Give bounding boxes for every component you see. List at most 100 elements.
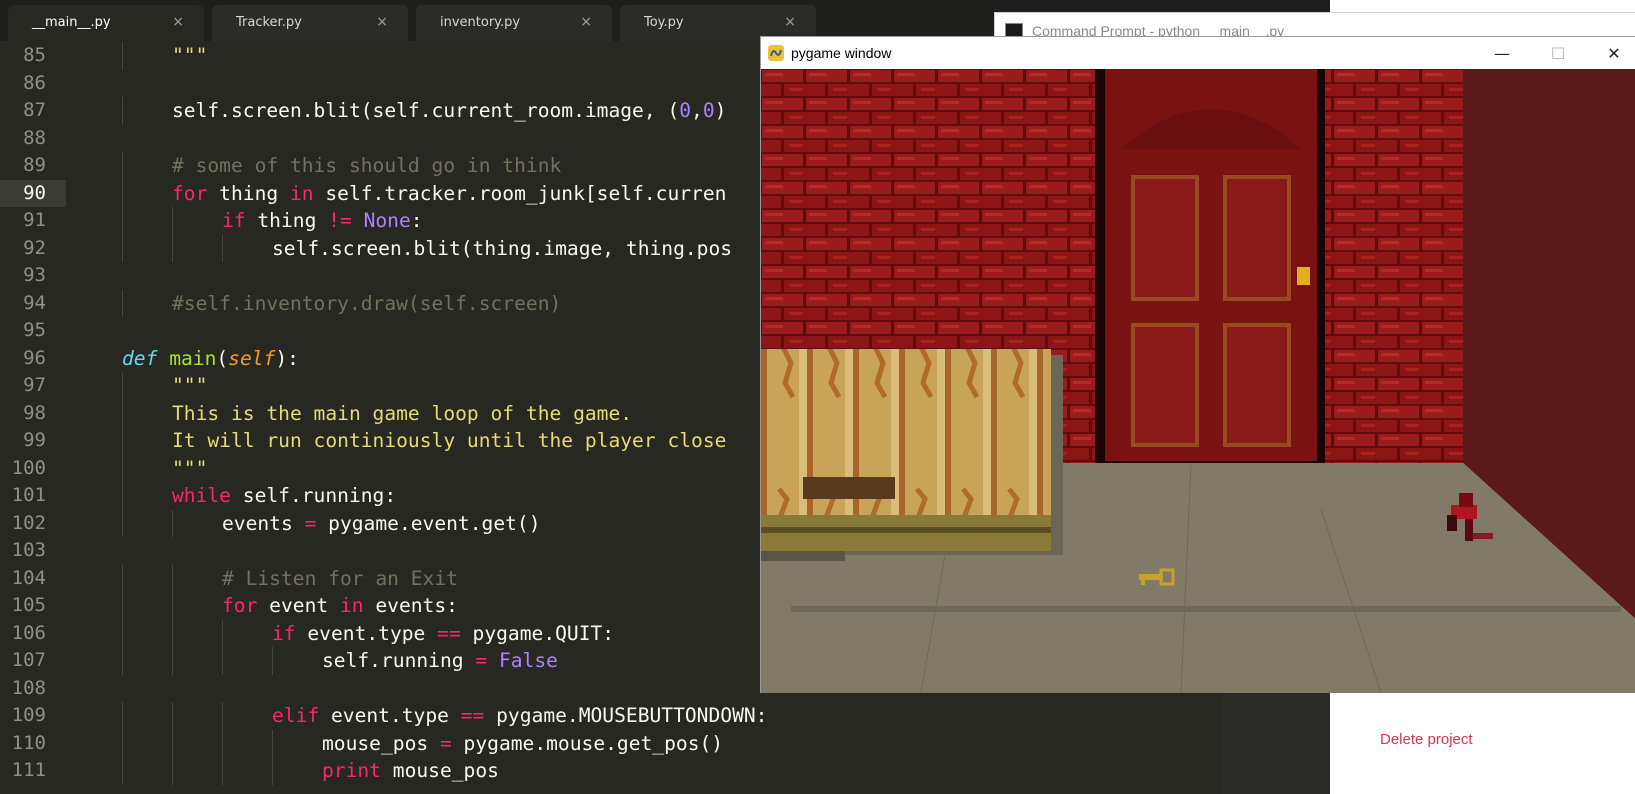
line-number: 93 <box>23 264 46 286</box>
code-line[interactable]: This is the main game loop of the game. <box>172 400 632 428</box>
code-line[interactable]: """ <box>172 372 207 400</box>
line-number: 105 <box>11 594 46 616</box>
indent-guide <box>272 729 273 757</box>
code-token: mouse_pos <box>322 731 440 755</box>
code-token: self.running: <box>230 484 397 507</box>
editor-tab[interactable]: __main__.py × <box>8 5 204 41</box>
code-line[interactable]: self.running = False <box>322 647 558 675</box>
code-token: def <box>122 346 158 370</box>
code-token: , <box>691 99 703 122</box>
tab-close-icon[interactable]: × <box>172 14 184 30</box>
tab-close-icon[interactable]: × <box>784 14 796 30</box>
indent-guide <box>172 757 173 785</box>
line-number: 85 <box>23 44 46 66</box>
game-scene[interactable] <box>761 69 1635 693</box>
indent-guide <box>122 399 123 427</box>
code-line[interactable]: if thing != None: <box>222 207 423 235</box>
maximize-icon: ☐ <box>1550 43 1566 63</box>
line-number: 99 <box>23 429 46 451</box>
code-line[interactable]: """ <box>172 455 207 483</box>
line-number: 103 <box>11 539 46 561</box>
tab-close-icon[interactable]: × <box>376 14 388 30</box>
code-line[interactable]: # Listen for an Exit <box>222 565 458 593</box>
door-knob[interactable] <box>1297 267 1310 285</box>
code-line[interactable]: mouse_pos = pygame.mouse.get_pos() <box>322 730 723 758</box>
line-number: 111 <box>11 759 46 781</box>
code-token: events <box>222 511 305 535</box>
code-token: in <box>339 594 364 617</box>
code-token: self <box>228 346 276 370</box>
tab-close-icon[interactable]: × <box>580 14 592 30</box>
editor-tab[interactable]: inventory.py × <box>416 5 612 41</box>
line-number: 98 <box>23 401 46 424</box>
close-button[interactable]: ✕ <box>1586 37 1635 69</box>
indent-guide <box>122 619 123 647</box>
line-number: 101 <box>11 484 46 506</box>
code-token: elif <box>272 704 320 727</box>
code-line[interactable]: print mouse_pos <box>322 757 499 785</box>
line-number: 95 <box>23 319 46 341</box>
code-line[interactable]: """ <box>172 42 207 70</box>
code-line[interactable]: for thing in self.tracker.room_junk[self… <box>172 180 726 208</box>
code-token: pygame.QUIT: <box>460 621 615 645</box>
door[interactable] <box>1095 69 1325 463</box>
indent-guide <box>122 42 123 70</box>
code-token: ): <box>275 346 299 370</box>
pygame-window-title: pygame window <box>791 45 892 61</box>
code-line[interactable]: It will run continiously until the playe… <box>172 427 726 455</box>
code-token: self.screen.blit(thing.image, thing.pos <box>272 236 733 260</box>
close-icon: ✕ <box>1607 43 1621 63</box>
code-line[interactable]: def main(self): <box>122 345 299 373</box>
code-token: thing <box>245 209 329 232</box>
line-number: 109 <box>11 704 46 726</box>
line-number: 86 <box>23 71 46 94</box>
code-token: pygame.event.get() <box>316 511 541 535</box>
code-token: == <box>437 621 461 645</box>
code-line[interactable]: elif event.type == pygame.MOUSEBUTTONDOW… <box>272 702 767 730</box>
indent-guide <box>172 702 173 730</box>
line-number: 107 <box>11 649 46 671</box>
code-line[interactable]: while self.running: <box>172 482 396 510</box>
code-line[interactable]: events = pygame.event.get() <box>222 510 541 538</box>
line-number: 106 <box>11 621 46 644</box>
editor-tab[interactable]: Tracker.py × <box>212 5 408 41</box>
pygame-window[interactable]: pygame window — ☐ ✕ <box>760 36 1635 693</box>
indent-guide <box>272 757 273 785</box>
code-line[interactable]: if event.type == pygame.QUIT: <box>272 620 614 648</box>
code-token: ) <box>714 99 727 122</box>
code-token: """ <box>172 374 208 397</box>
line-number-gutter: 85 86 87 88 89 90 91 92 93 94 95 96 97 98 99 100 101 102 1… <box>0 41 72 794</box>
pygame-title-bar[interactable]: pygame window — ☐ ✕ <box>761 37 1635 69</box>
indent-guide <box>122 592 123 620</box>
command-prompt-icon <box>1005 23 1023 37</box>
indent-guide <box>272 647 273 675</box>
code-line[interactable]: self.screen.blit(self.current_room.image… <box>172 97 726 125</box>
line-number: 97 <box>23 374 46 396</box>
wooden-cabinet[interactable] <box>761 349 1063 561</box>
code-token: for <box>172 181 208 205</box>
code-token: in <box>289 181 314 205</box>
indent-guide <box>122 564 123 592</box>
indent-guide <box>222 729 223 757</box>
code-line[interactable]: self.screen.blit(thing.image, thing.pos <box>272 235 732 263</box>
code-token: False <box>498 649 558 672</box>
indent-guide <box>122 152 123 180</box>
editor-tab-label: inventory.py <box>440 15 521 30</box>
line-number: 87 <box>23 99 46 121</box>
code-token: 0 <box>702 99 715 122</box>
code-token: pygame.mouse.get_pos() <box>451 731 724 755</box>
code-line[interactable]: #self.inventory.draw(self.screen) <box>172 290 561 318</box>
indent-guide <box>172 234 173 262</box>
code-line[interactable]: for event in events: <box>222 592 458 620</box>
indent-guide <box>172 207 173 235</box>
code-token: This is the main game loop of the game. <box>172 401 633 425</box>
maximize-button[interactable]: ☐ <box>1530 37 1586 69</box>
code-token: = <box>475 649 488 672</box>
code-token: if <box>272 621 296 645</box>
delete-project-link[interactable]: Delete project <box>1380 731 1473 748</box>
minimize-button[interactable]: — <box>1474 37 1530 69</box>
indent-guide <box>222 647 223 675</box>
code-line[interactable]: # some of this should go in think <box>172 152 561 180</box>
indent-guide <box>122 647 123 675</box>
